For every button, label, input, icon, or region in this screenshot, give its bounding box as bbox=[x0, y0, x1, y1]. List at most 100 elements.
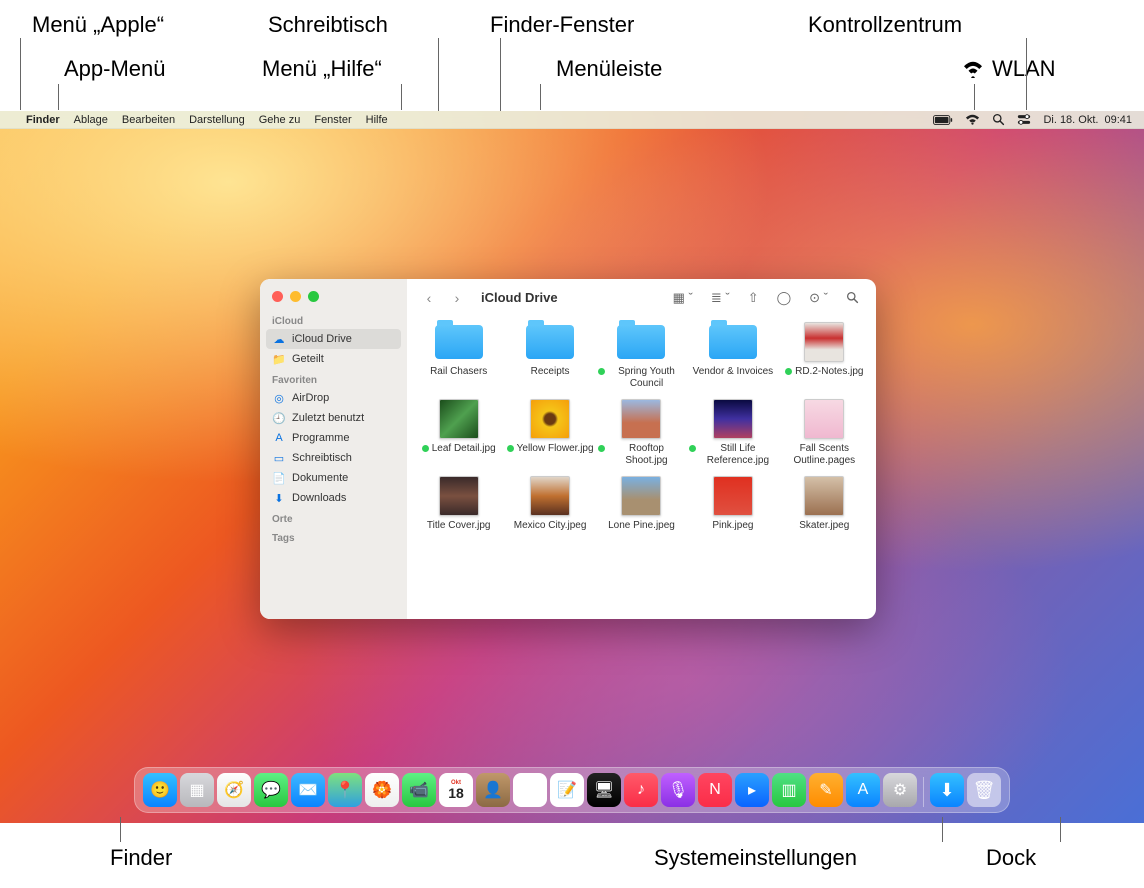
sidebar-item-zuletzt-benutzt[interactable]: 🕘Zuletzt benutzt bbox=[260, 408, 407, 428]
control-center-icon[interactable] bbox=[1011, 113, 1037, 126]
menu-hilfe[interactable]: Hilfe bbox=[359, 114, 395, 126]
share-button[interactable]: ⇧ bbox=[743, 290, 764, 306]
dock-messages[interactable]: 💬 bbox=[254, 773, 288, 807]
file-item[interactable]: Still Life Reference.jpg bbox=[689, 398, 776, 467]
file-name: Rail Chasers bbox=[430, 366, 487, 378]
file-name: Pink.jpeg bbox=[712, 520, 753, 532]
sidebar-item-icloud-drive[interactable]: ☁︎iCloud Drive bbox=[266, 329, 401, 349]
sidebar-item-downloads[interactable]: ⬇︎Downloads bbox=[260, 488, 407, 508]
file-item[interactable]: Rail Chasers bbox=[415, 321, 502, 390]
dock-tv[interactable]: 🖥 bbox=[587, 773, 621, 807]
app-glyph-icon: 🏵️ bbox=[372, 780, 392, 800]
tag-dot-icon bbox=[598, 445, 605, 452]
sidebar-item-airdrop[interactable]: ◎AirDrop bbox=[260, 388, 407, 408]
group-button[interactable]: ≣ ˇ bbox=[706, 290, 735, 306]
dock-music[interactable]: ♪ bbox=[624, 773, 658, 807]
sidebar-item-label: AirDrop bbox=[292, 392, 329, 404]
tag-dot-icon bbox=[507, 445, 514, 452]
file-item[interactable]: Title Cover.jpg bbox=[415, 475, 502, 532]
back-button[interactable]: ‹ bbox=[419, 290, 439, 306]
battery-icon[interactable] bbox=[927, 115, 959, 125]
dock-podcasts[interactable]: 🎙 bbox=[661, 773, 695, 807]
tag-dot-icon bbox=[598, 368, 605, 375]
file-thumbnail bbox=[530, 476, 570, 516]
dock-keynote[interactable]: ▸ bbox=[735, 773, 769, 807]
menu-darstellung[interactable]: Darstellung bbox=[182, 114, 252, 126]
spotlight-icon[interactable] bbox=[986, 113, 1011, 126]
dock-news[interactable]: N bbox=[698, 773, 732, 807]
tag-button[interactable]: ◯ bbox=[772, 290, 797, 306]
app-glyph-icon: ▦ bbox=[189, 780, 204, 800]
sidebar-item-geteilt[interactable]: 📁Geteilt bbox=[260, 349, 407, 369]
sidebar-item-dokumente[interactable]: 📄Dokumente bbox=[260, 468, 407, 488]
dock-maps[interactable]: 📍 bbox=[328, 773, 362, 807]
menubar-datetime[interactable]: Di. 18. Okt.09:41 bbox=[1037, 114, 1136, 126]
dock-safari[interactable]: 🧭 bbox=[217, 773, 251, 807]
menu-ablage[interactable]: Ablage bbox=[67, 114, 115, 126]
file-item[interactable]: Fall Scents Outline.pages bbox=[781, 398, 868, 467]
dock-pages[interactable]: ✎ bbox=[809, 773, 843, 807]
file-name: Title Cover.jpg bbox=[427, 520, 491, 532]
app-glyph-icon: 📍 bbox=[335, 780, 355, 800]
finder-content[interactable]: Rail Chasers ReceiptsSpring Youth Council… bbox=[407, 317, 876, 619]
view-icons-button[interactable]: ▦ ˇ bbox=[668, 290, 698, 306]
tag-dot-icon bbox=[689, 445, 696, 452]
menu-fenster[interactable]: Fenster bbox=[307, 114, 358, 126]
app-menu[interactable]: Finder bbox=[19, 114, 67, 126]
file-name: Yellow Flower.jpg bbox=[517, 443, 594, 455]
close-button[interactable] bbox=[272, 291, 283, 302]
file-name: Rooftop Shoot.jpg bbox=[608, 443, 685, 467]
dock-calendar[interactable]: Okt18 bbox=[439, 773, 473, 807]
callout-dock: Dock bbox=[986, 845, 1036, 871]
dock-reminders[interactable]: ☰ bbox=[513, 773, 547, 807]
file-item[interactable]: Vendor & Invoices bbox=[689, 321, 776, 390]
file-item[interactable]: Lone Pine.jpeg bbox=[598, 475, 685, 532]
dock-notes[interactable]: 📝 bbox=[550, 773, 584, 807]
dock-photos[interactable]: 🏵️ bbox=[365, 773, 399, 807]
search-button[interactable] bbox=[841, 291, 864, 304]
dock-downloads[interactable]: ⬇︎ bbox=[930, 773, 964, 807]
dock-launchpad[interactable]: ▦ bbox=[180, 773, 214, 807]
action-button[interactable]: ⊙ ˇ bbox=[804, 290, 833, 306]
file-item[interactable]: Receipts bbox=[506, 321, 593, 390]
callout-control-center: Kontrollzentrum bbox=[808, 12, 962, 38]
dock-contacts[interactable]: 👤 bbox=[476, 773, 510, 807]
sidebar-item-schreibtisch[interactable]: ▭Schreibtisch bbox=[260, 448, 407, 468]
file-name: Vendor & Invoices bbox=[693, 366, 774, 378]
tag-dot-icon bbox=[422, 445, 429, 452]
finder-window: iCloud☁︎iCloud Drive📁GeteiltFavoriten◎Ai… bbox=[260, 279, 876, 619]
app-glyph-icon: 🖥 bbox=[594, 780, 614, 800]
sidebar-item-label: Programme bbox=[292, 432, 349, 444]
app-glyph-icon: 🧭 bbox=[224, 780, 244, 800]
app-glyph-icon: 📝 bbox=[557, 780, 577, 800]
file-item[interactable]: Yellow Flower.jpg bbox=[506, 398, 593, 467]
folder-icon bbox=[435, 325, 483, 359]
menu-bearbeiten[interactable]: Bearbeiten bbox=[115, 114, 182, 126]
dock-mail[interactable]: ✉️ bbox=[291, 773, 325, 807]
dock-trash[interactable]: 🗑 bbox=[967, 773, 1001, 807]
file-item[interactable]: Leaf Detail.jpg bbox=[415, 398, 502, 467]
desktop[interactable]: Finder Ablage Bearbeiten Darstellung Geh… bbox=[0, 111, 1144, 823]
app-glyph-icon: ✎ bbox=[819, 780, 832, 800]
wifi-icon[interactable] bbox=[959, 114, 986, 125]
fullscreen-button[interactable] bbox=[308, 291, 319, 302]
file-item[interactable]: Skater.jpeg bbox=[781, 475, 868, 532]
desktop-icon: ▭ bbox=[272, 452, 286, 465]
dock-facetime[interactable]: 📹 bbox=[402, 773, 436, 807]
menu-gehezu[interactable]: Gehe zu bbox=[252, 114, 308, 126]
forward-button[interactable]: › bbox=[447, 290, 467, 306]
file-item[interactable]: Pink.jpeg bbox=[689, 475, 776, 532]
dock-system-settings[interactable]: ⚙︎ bbox=[883, 773, 917, 807]
callout-system-settings: Systemeinstellungen bbox=[654, 845, 857, 871]
callout-help-menu: Menü „Hilfe“ bbox=[262, 56, 382, 82]
sidebar-item-programme[interactable]: AProgramme bbox=[260, 428, 407, 448]
dock-numbers[interactable]: ▥ bbox=[772, 773, 806, 807]
file-item[interactable]: Rooftop Shoot.jpg bbox=[598, 398, 685, 467]
callout-finder-window: Finder-Fenster bbox=[490, 12, 634, 38]
file-item[interactable]: RD.2-Notes.jpg bbox=[781, 321, 868, 390]
file-item[interactable]: Mexico City.jpeg bbox=[506, 475, 593, 532]
dock-app-store[interactable]: A bbox=[846, 773, 880, 807]
file-item[interactable]: Spring Youth Council bbox=[598, 321, 685, 390]
minimize-button[interactable] bbox=[290, 291, 301, 302]
dock-finder[interactable]: 🙂 bbox=[143, 773, 177, 807]
